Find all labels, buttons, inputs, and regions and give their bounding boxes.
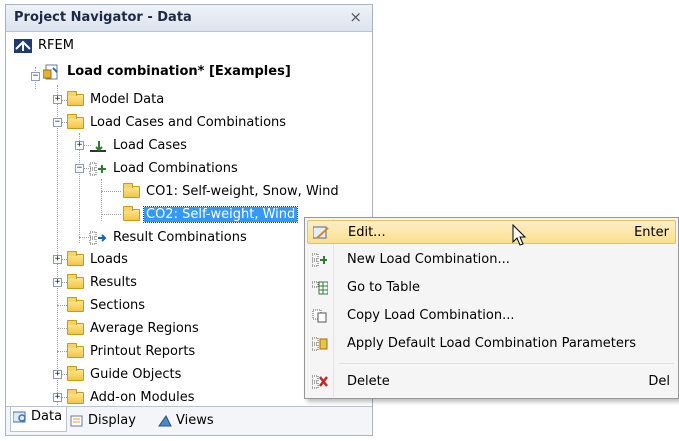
panel-title: Project Navigator - Data: [14, 10, 192, 25]
folder-icon: [67, 273, 84, 289]
delete-icon: [312, 375, 328, 389]
load-cases-icon: [90, 140, 106, 152]
collapse-icon[interactable]: −: [31, 72, 40, 81]
menu-item-go-to-table[interactable]: Go to Table: [307, 276, 676, 300]
tree-item-load-cases-and-combinations[interactable]: Load Cases and Combinations: [67, 112, 288, 134]
tree-item-result-combinations[interactable]: Result Combinations: [89, 227, 249, 249]
tab-data[interactable]: Data: [10, 407, 68, 432]
tree-item-label: Load combination* [Examples]: [67, 64, 291, 79]
mouse-pointer-icon: [512, 224, 527, 246]
tree-item-guide-objects[interactable]: Guide Objects: [67, 364, 183, 386]
menu-item-delete[interactable]: Delete Del: [307, 370, 676, 394]
menu-item-new-load-combination[interactable]: New Load Combination...: [307, 248, 676, 272]
tree-item-label: Average Regions: [90, 321, 199, 336]
folder-icon: [67, 296, 84, 312]
folder-icon: [123, 182, 140, 198]
tree-item-load-combinations[interactable]: Load Combinations: [89, 158, 240, 180]
tab-label: Data: [31, 409, 63, 424]
tree-item-label: Printout Reports: [90, 344, 196, 359]
tree-item-label: CO1: Self-weight, Snow, Wind: [146, 184, 339, 199]
expand-icon[interactable]: +: [53, 255, 62, 264]
collapse-icon[interactable]: −: [75, 164, 84, 173]
tree-item-label: Sections: [90, 298, 146, 313]
edit-icon: [313, 226, 329, 239]
tree-item-results[interactable]: Results: [67, 272, 139, 294]
folder-icon: [67, 342, 84, 358]
tree-item-label: RFEM: [38, 38, 74, 53]
table-icon: [312, 281, 328, 295]
views-tab-icon: [158, 414, 172, 426]
menu-item-label: Edit...: [348, 225, 386, 240]
tree-item-label: Result Combinations: [113, 230, 247, 245]
tree-item-label: Results: [90, 275, 137, 290]
collapse-icon[interactable]: −: [53, 118, 62, 127]
tree-item-label: Add-on Modules: [90, 390, 195, 405]
tree-line: [57, 85, 58, 405]
tree-item-model-data[interactable]: Model Data: [67, 89, 166, 111]
tab-views[interactable]: Views: [156, 411, 218, 431]
tree-item-sections[interactable]: Sections: [67, 295, 147, 317]
navigator-tabs: Data Display Views: [6, 406, 372, 435]
data-tab-icon: [13, 411, 26, 422]
tab-label: Display: [88, 413, 136, 428]
tree-item-label: Loads: [90, 252, 128, 267]
tree-line: [101, 214, 121, 215]
menu-item-apply-default-parameters[interactable]: Apply Default Load Combination Parameter…: [307, 332, 676, 356]
menu-item-shortcut: Enter: [634, 225, 669, 240]
menu-item-shortcut: Del: [648, 374, 670, 389]
tree-item-label: Load Cases and Combinations: [90, 115, 287, 130]
menu-item-label: Apply Default Load Combination Parameter…: [347, 336, 636, 351]
apply-default-icon: [312, 337, 328, 351]
panel-titlebar: Project Navigator - Data ×: [6, 5, 372, 32]
tree-item-label: Load Combinations: [113, 161, 238, 176]
copy-icon: [312, 309, 327, 323]
tree-line: [101, 191, 121, 192]
tab-display[interactable]: Display: [68, 411, 140, 431]
tree-item-load-cases[interactable]: Load Cases: [89, 135, 189, 157]
project-file-icon: [43, 64, 58, 79]
tree-item-label: Guide Objects: [90, 367, 182, 382]
expand-icon[interactable]: +: [75, 141, 84, 150]
folder-icon: [67, 388, 84, 404]
context-menu: Edit... Enter New Load Combination... Go…: [304, 217, 679, 399]
tree-item-co1[interactable]: CO1: Self-weight, Snow, Wind: [123, 181, 341, 203]
close-icon[interactable]: ×: [349, 8, 362, 26]
menu-item-label: Delete: [347, 374, 390, 389]
menu-separator: [339, 363, 674, 364]
menu-item-copy-load-combination[interactable]: Copy Load Combination...: [307, 304, 676, 328]
folder-icon: [67, 90, 84, 106]
tree-item-average-regions[interactable]: Average Regions: [67, 318, 201, 340]
folder-icon: [123, 205, 140, 221]
tree-item-co2[interactable]: CO2: Self-weight, Wind: [123, 204, 299, 226]
tree-item-rfem[interactable]: RFEM: [14, 35, 76, 57]
folder-icon: [67, 250, 84, 266]
tree-item-label: Load Cases: [113, 138, 187, 153]
folder-icon: [67, 365, 84, 381]
tree-item-label: CO2: Self-weight, Wind: [142, 206, 299, 223]
rfem-logo-icon: [14, 38, 32, 53]
load-combinations-icon: [89, 162, 106, 175]
tree-item-loads[interactable]: Loads: [67, 249, 130, 271]
display-tab-icon: [70, 415, 83, 426]
menu-item-label: Go to Table: [347, 280, 420, 295]
tree-item-printout-reports[interactable]: Printout Reports: [67, 341, 197, 363]
folder-icon: [67, 319, 84, 335]
result-combinations-icon: [89, 231, 107, 244]
tab-label: Views: [176, 413, 214, 428]
tree-item-label: Model Data: [90, 92, 165, 107]
expand-icon[interactable]: +: [53, 278, 62, 287]
open-folder-icon: [67, 113, 84, 129]
tree-item-project[interactable]: Load combination* [Examples]: [43, 61, 293, 83]
menu-item-label: Copy Load Combination...: [347, 308, 515, 323]
expand-icon[interactable]: +: [53, 393, 62, 402]
expand-icon[interactable]: +: [53, 370, 62, 379]
menu-item-label: New Load Combination...: [347, 252, 510, 267]
menu-item-edit[interactable]: Edit... Enter: [307, 220, 676, 244]
new-load-combination-icon: [312, 253, 327, 267]
expand-icon[interactable]: +: [53, 95, 62, 104]
